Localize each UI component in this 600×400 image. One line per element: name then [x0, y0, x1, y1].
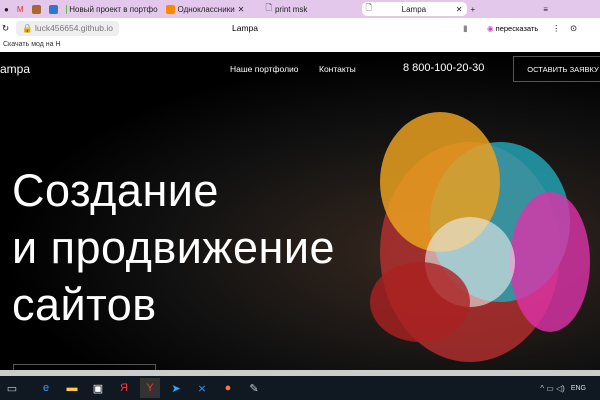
store-icon[interactable]: ▣: [88, 378, 108, 398]
tab-lampa[interactable]: 🗋 Lampa ✕: [361, 2, 467, 16]
pinned-tab[interactable]: [28, 2, 45, 16]
url-field[interactable]: 🔒 luck456654.github.io: [16, 20, 119, 36]
more-icon[interactable]: ⋮: [552, 23, 561, 34]
edge-icon[interactable]: e: [36, 378, 56, 398]
pinned-gmail[interactable]: M: [13, 2, 28, 16]
paint-bulb-image: [370, 112, 590, 362]
task-view-icon[interactable]: ▭: [2, 378, 22, 398]
address-bar: ↻ 🔒 luck456654.github.io Lampa ▮ ◉ перес…: [0, 18, 600, 38]
bookmark-item[interactable]: Скачать мод на Н: [3, 41, 61, 48]
media-icon[interactable]: ⊙: [570, 23, 577, 34]
reload-icon[interactable]: ↻: [2, 23, 9, 34]
tray-icons[interactable]: ^ ▭ ◁): [540, 384, 565, 393]
tab-print[interactable]: 🗋 print msk: [262, 2, 362, 16]
vscode-icon[interactable]: ⨯: [192, 378, 212, 398]
taskbar: ▭ e ▬ ▣ Я Y ➤ ⨯ ● ✎ ^ ▭ ◁) ENG: [0, 376, 600, 400]
paint-icon[interactable]: ✎: [244, 378, 264, 398]
new-tab-button[interactable]: +: [467, 2, 480, 16]
firefox-icon[interactable]: ●: [218, 378, 238, 398]
bookmark-icon[interactable]: ▮: [463, 23, 468, 34]
page-title: Lampa: [232, 23, 258, 33]
phone[interactable]: 8 800-100-20-30: [403, 62, 484, 74]
request-button[interactable]: ОСТАВИТЬ ЗАЯВКУ: [513, 56, 600, 82]
menu-icon[interactable]: ≡: [539, 2, 552, 16]
yandex-browser-icon[interactable]: Y: [140, 378, 160, 398]
tab-project[interactable]: Новый проект в портфо: [62, 2, 162, 16]
language-indicator[interactable]: ENG: [571, 385, 586, 392]
close-icon[interactable]: ✕: [456, 5, 463, 14]
explorer-icon[interactable]: ▬: [62, 378, 82, 398]
pinned-tab[interactable]: [45, 2, 62, 16]
retell-button[interactable]: ◉ пересказать: [487, 24, 538, 33]
yandex-icon[interactable]: Я: [114, 378, 134, 398]
nav-portfolio[interactable]: Наше портфолио: [230, 64, 299, 74]
telegram-icon[interactable]: ➤: [166, 378, 186, 398]
pinned-github[interactable]: ●: [0, 2, 13, 16]
tab-ok[interactable]: Одноклассники ✕: [162, 2, 262, 16]
nav-contacts[interactable]: Контакты: [319, 64, 356, 74]
headline: Создание и продвижение сайтов: [12, 165, 336, 330]
website: ampa Наше портфолио Контакты 8 800-100-2…: [0, 52, 600, 370]
bookmarks-bar: Скачать мод на Н: [0, 38, 600, 52]
tab-bar: ● M Новый проект в портфо Одноклассники …: [0, 0, 600, 18]
logo[interactable]: ampa: [0, 62, 30, 76]
